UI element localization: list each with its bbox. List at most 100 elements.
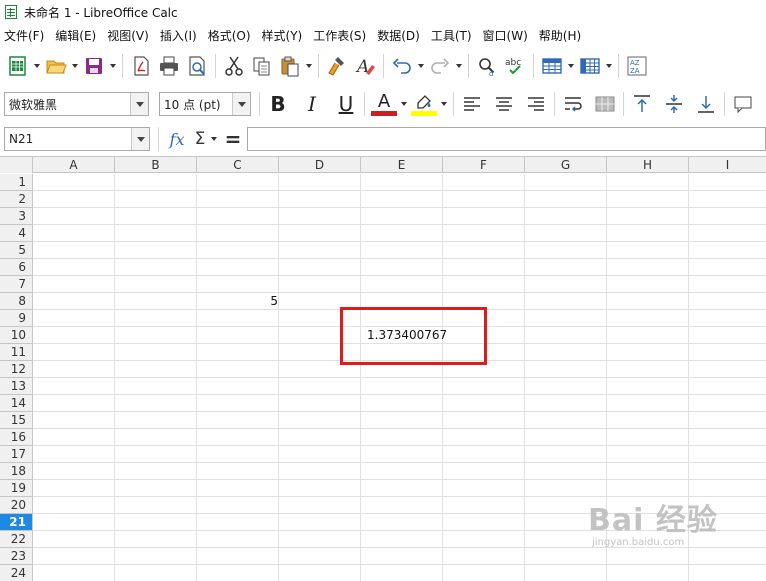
bold-button[interactable]: B: [264, 90, 292, 118]
name-box[interactable]: N21: [4, 127, 150, 151]
column-header[interactable]: B: [115, 157, 197, 173]
row-icon[interactable]: [538, 52, 566, 80]
menu-insert[interactable]: 插入(I): [160, 27, 197, 44]
menu-help[interactable]: 帮助(H): [539, 27, 581, 44]
column-dropdown[interactable]: [604, 52, 614, 80]
menu-window[interactable]: 窗口(W): [483, 27, 528, 44]
menu-data[interactable]: 数据(D): [377, 27, 420, 44]
function-wizard-icon[interactable]: fx: [163, 125, 191, 153]
row-header[interactable]: 19: [0, 480, 33, 497]
row-header[interactable]: 12: [0, 361, 33, 378]
row-header[interactable]: 16: [0, 429, 33, 446]
cell-C8[interactable]: 5: [197, 293, 278, 309]
sum-dropdown[interactable]: [209, 125, 219, 153]
align-top-icon[interactable]: [628, 90, 656, 118]
align-left-icon[interactable]: [458, 90, 486, 118]
font-name-combo[interactable]: 微软雅黑: [4, 92, 149, 116]
row-header[interactable]: 22: [0, 531, 33, 548]
print-preview-icon[interactable]: [183, 52, 211, 80]
clear-format-icon[interactable]: A: [351, 52, 379, 80]
sort-icon[interactable]: AZ ZA: [623, 52, 651, 80]
row-header[interactable]: 18: [0, 463, 33, 480]
column-header[interactable]: A: [33, 157, 115, 173]
column-header[interactable]: F: [443, 157, 525, 173]
row-header[interactable]: 10: [0, 327, 33, 344]
row-header[interactable]: 5: [0, 242, 33, 259]
formula-input[interactable]: [247, 127, 766, 151]
row-header[interactable]: 9: [0, 310, 33, 327]
column-header[interactable]: D: [279, 157, 361, 173]
align-bottom-icon[interactable]: [692, 90, 720, 118]
save-icon[interactable]: [80, 52, 108, 80]
column-icon[interactable]: [576, 52, 604, 80]
redo-dropdown[interactable]: [454, 52, 464, 80]
highlight-color-dropdown[interactable]: [439, 90, 449, 118]
menu-styles[interactable]: 样式(Y): [262, 27, 303, 44]
find-replace-icon[interactable]: d: [473, 52, 501, 80]
menu-file[interactable]: 文件(F): [4, 27, 44, 44]
highlight-color-button[interactable]: [409, 90, 439, 118]
chevron-down-icon[interactable]: [131, 128, 149, 150]
menu-edit[interactable]: 编辑(E): [55, 27, 96, 44]
print-icon[interactable]: [155, 52, 183, 80]
comment-icon[interactable]: [729, 90, 757, 118]
align-right-icon[interactable]: [522, 90, 550, 118]
cut-icon[interactable]: [220, 52, 248, 80]
column-header[interactable]: C: [197, 157, 279, 173]
column-header[interactable]: G: [525, 157, 607, 173]
select-all-corner[interactable]: [0, 157, 33, 173]
font-size-combo[interactable]: 10 点 (pt): [159, 92, 251, 116]
row-header[interactable]: 8: [0, 293, 33, 310]
row-header[interactable]: 21: [0, 514, 33, 531]
row-header[interactable]: 4: [0, 225, 33, 242]
row-header[interactable]: 14: [0, 395, 33, 412]
sum-icon[interactable]: Σ: [191, 125, 209, 153]
menu-view[interactable]: 视图(V): [107, 27, 149, 44]
merge-cells-icon[interactable]: [591, 90, 619, 118]
undo-dropdown[interactable]: [416, 52, 426, 80]
row-header[interactable]: 17: [0, 446, 33, 463]
row-header[interactable]: 20: [0, 497, 33, 514]
redo-icon[interactable]: [426, 52, 454, 80]
align-middle-icon[interactable]: [660, 90, 688, 118]
column-header[interactable]: H: [607, 157, 689, 173]
row-header[interactable]: 6: [0, 259, 33, 276]
row-header[interactable]: 13: [0, 378, 33, 395]
separator: [122, 54, 123, 78]
clone-format-icon[interactable]: [323, 52, 351, 80]
column-header[interactable]: I: [689, 157, 766, 173]
copy-icon[interactable]: [248, 52, 276, 80]
row-header[interactable]: 1: [0, 174, 33, 191]
new-icon[interactable]: [4, 52, 32, 80]
font-color-button[interactable]: A: [369, 90, 399, 118]
formula-icon[interactable]: =: [219, 125, 247, 153]
row-dropdown[interactable]: [566, 52, 576, 80]
menu-sheet[interactable]: 工作表(S): [313, 27, 366, 44]
row-header[interactable]: 7: [0, 276, 33, 293]
row-header[interactable]: 3: [0, 208, 33, 225]
row-header[interactable]: 2: [0, 191, 33, 208]
save-dropdown[interactable]: [108, 52, 118, 80]
column-header[interactable]: E: [361, 157, 443, 173]
row-header[interactable]: 15: [0, 412, 33, 429]
font-color-dropdown[interactable]: [399, 90, 409, 118]
row-header[interactable]: 11: [0, 344, 33, 361]
export-pdf-icon[interactable]: [127, 52, 155, 80]
underline-button[interactable]: U: [332, 90, 360, 118]
new-dropdown[interactable]: [32, 52, 42, 80]
menu-tools[interactable]: 工具(T): [431, 27, 472, 44]
paste-dropdown[interactable]: [304, 52, 314, 80]
wrap-text-icon[interactable]: [559, 90, 587, 118]
align-center-icon[interactable]: [490, 90, 518, 118]
spelling-icon[interactable]: abc: [501, 52, 529, 80]
chevron-down-icon[interactable]: [232, 93, 250, 115]
chevron-down-icon[interactable]: [130, 93, 148, 115]
italic-button[interactable]: I: [298, 90, 326, 118]
undo-icon[interactable]: [388, 52, 416, 80]
row-header[interactable]: 24: [0, 565, 33, 581]
open-dropdown[interactable]: [70, 52, 80, 80]
paste-icon[interactable]: [276, 52, 304, 80]
open-icon[interactable]: [42, 52, 70, 80]
row-header[interactable]: 23: [0, 548, 33, 565]
menu-format[interactable]: 格式(O): [208, 27, 251, 44]
